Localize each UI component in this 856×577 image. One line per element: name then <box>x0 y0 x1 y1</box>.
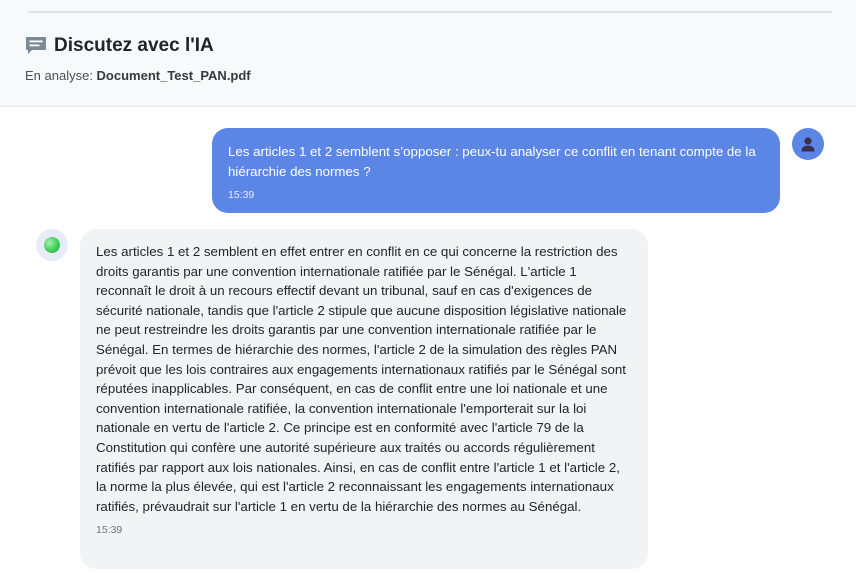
ai-avatar-icon <box>36 229 68 261</box>
title-row: Discutez avec l'IA <box>25 32 214 60</box>
ai-message-bubble: Les articles 1 et 2 semblent en effet en… <box>80 229 648 569</box>
user-avatar-icon <box>792 128 824 160</box>
analysis-label: En analyse: <box>25 68 97 83</box>
ai-message-time: 15:39 <box>96 524 123 537</box>
chat-header: Discutez avec l'IA En analyse: Document_… <box>0 0 856 107</box>
chat-icon <box>25 35 47 57</box>
ai-status-dot <box>44 237 60 253</box>
user-message-text: Les articles 1 et 2 semblent s’opposer :… <box>228 144 756 179</box>
user-message-bubble: Les articles 1 et 2 semblent s’opposer :… <box>212 128 780 213</box>
user-message-time: 15:39 <box>228 189 255 201</box>
ai-message-text: Les articles 1 et 2 semblent en effet en… <box>96 244 627 514</box>
document-name: Document_Test_PAN.pdf <box>96 68 251 83</box>
header-divider <box>28 11 832 13</box>
analysis-status: En analyse: Document_Test_PAN.pdf <box>25 68 251 83</box>
page-title: Discutez avec l'IA <box>54 35 214 56</box>
